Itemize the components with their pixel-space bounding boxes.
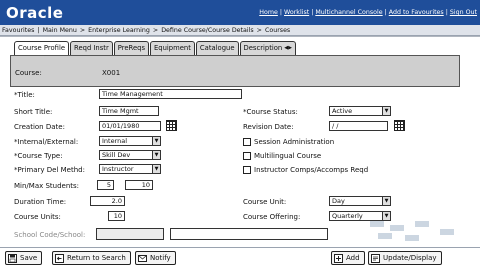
- primary-method-select[interactable]: Instructor ▼: [99, 164, 161, 174]
- home-link[interactable]: Home: [259, 9, 278, 16]
- tab-reqd-instr[interactable]: Reqd Instr: [70, 41, 113, 55]
- course-type-select[interactable]: Skill Dev ▼: [99, 150, 161, 160]
- multilingual-label: Multilingual Course: [254, 152, 322, 160]
- course-status-select[interactable]: Active ▼: [329, 106, 391, 116]
- save-button-label: Save: [20, 254, 38, 262]
- creation-date-label: Creation Date:: [14, 123, 65, 131]
- duration-label: Duration Time:: [14, 198, 67, 206]
- course-type-label: *Course Type:: [14, 152, 63, 160]
- course-page: Course Profile Reqd Instr PreReqs Equipm…: [0, 36, 480, 247]
- crumb-favourites[interactable]: Favourites: [2, 27, 34, 34]
- tab-equipment[interactable]: Equipment: [150, 41, 195, 55]
- add-icon: [334, 253, 343, 263]
- save-icon: [8, 253, 17, 263]
- short-title-label: Short Title:: [14, 108, 53, 116]
- session-admin-checkbox[interactable]: [243, 138, 251, 146]
- worklist-link[interactable]: Worklist: [284, 9, 309, 16]
- course-unit-value: Day: [332, 197, 345, 205]
- toolbar-footer: Save Return to Search Notify Add Update/…: [0, 247, 480, 270]
- top-header: Oracle Home | Worklist | Multichannel Co…: [0, 0, 480, 25]
- tab-catalogue[interactable]: Catalogue: [195, 41, 239, 55]
- calendar-icon[interactable]: [394, 120, 405, 131]
- course-unit-select[interactable]: Day ▼: [329, 196, 391, 206]
- update-icon: [371, 253, 380, 263]
- tab-label: Reqd Instr: [74, 44, 109, 52]
- chevron-down-icon[interactable]: ▼: [382, 107, 390, 115]
- chevron-down-icon[interactable]: ▼: [382, 212, 390, 220]
- tab-label: Equipment: [154, 44, 191, 52]
- internal-external-select[interactable]: Internal ▼: [99, 136, 161, 146]
- notify-button-label: Notify: [150, 254, 171, 262]
- add-button[interactable]: Add: [331, 251, 365, 265]
- school-code-input: [96, 228, 164, 240]
- crumb-define-course[interactable]: Define Course/Course Details: [161, 27, 253, 34]
- min-students-input[interactable]: 5: [97, 180, 114, 190]
- course-type-value: Skill Dev: [102, 151, 131, 159]
- return-to-search-button[interactable]: Return to Search: [52, 251, 131, 265]
- max-students-input[interactable]: 10: [125, 180, 153, 190]
- duration-input[interactable]: 2.0: [90, 196, 125, 206]
- course-unit-label: Course Unit:: [243, 198, 287, 206]
- min-max-label: Min/Max Students:: [14, 182, 80, 190]
- update-button-label: Update/Display: [383, 254, 437, 262]
- chevron-down-icon[interactable]: ▼: [152, 165, 160, 173]
- tab-course-profile[interactable]: Course Profile: [14, 41, 70, 56]
- session-admin-label: Session Administration: [254, 138, 335, 146]
- short-title-input[interactable]: Time Mgmt: [99, 106, 159, 116]
- course-offering-select[interactable]: Quarterly ▼: [329, 211, 391, 221]
- crumb-main-menu[interactable]: Main Menu: [43, 27, 77, 34]
- sign-out-link[interactable]: Sign Out: [450, 9, 477, 16]
- instructor-comps-checkbox[interactable]: [243, 166, 251, 174]
- revision-date-label: Revision Date:: [243, 123, 294, 131]
- update-display-button[interactable]: Update/Display: [368, 251, 442, 265]
- creation-date-input[interactable]: 01/01/1980: [99, 121, 161, 131]
- tab-label: PreReqs: [117, 44, 145, 52]
- title-label: *Title:: [14, 91, 35, 99]
- chevron-down-icon[interactable]: ▼: [382, 197, 390, 205]
- course-label: Course:: [15, 69, 42, 77]
- course-value: X001: [102, 69, 121, 77]
- primary-method-value: Instructor: [102, 165, 134, 173]
- oracle-logo: Oracle: [6, 3, 64, 22]
- save-button[interactable]: Save: [5, 251, 43, 265]
- crumb-courses[interactable]: Courses: [265, 27, 290, 34]
- calendar-icon[interactable]: [166, 120, 177, 131]
- chevron-down-icon[interactable]: ▼: [152, 137, 160, 145]
- tab-label: Catalogue: [199, 44, 235, 52]
- background-pattern: [360, 221, 480, 247]
- notify-button[interactable]: Notify: [135, 251, 176, 265]
- return-button-label: Return to Search: [67, 254, 126, 262]
- chevron-down-icon[interactable]: ▼: [152, 151, 160, 159]
- multilingual-checkbox[interactable]: [243, 152, 251, 160]
- internal-external-value: Internal: [102, 137, 128, 145]
- header-links: Home | Worklist | Multichannel Console |…: [259, 9, 477, 16]
- multichannel-console-link[interactable]: Multichannel Console: [315, 9, 382, 16]
- course-status-label: *Course Status:: [243, 108, 298, 116]
- title-input[interactable]: Time Management: [99, 89, 242, 99]
- course-status-value: Active: [332, 107, 353, 115]
- tab-label: Course Profile: [18, 44, 66, 52]
- tab-prereqs[interactable]: PreReqs: [113, 41, 149, 55]
- tab-label: Description: [243, 44, 283, 52]
- breadcrumb: Favourites | Main Menu > Enterprise Lear…: [0, 25, 480, 36]
- instructor-comps-label: Instructor Comps/Accomps Reqd: [254, 166, 369, 174]
- envelope-icon: [138, 254, 147, 263]
- crumb-enterprise-learning[interactable]: Enterprise Learning: [88, 27, 150, 34]
- school-name-input: [170, 228, 328, 240]
- school-label: School Code/School:: [14, 231, 86, 239]
- return-icon: [55, 253, 64, 263]
- internal-external-label: *Internal/External:: [14, 138, 79, 146]
- course-offering-value: Quarterly: [332, 212, 363, 220]
- add-button-label: Add: [346, 254, 360, 262]
- course-offering-label: Course Offering:: [243, 213, 301, 221]
- primary-method-label: *Primary Del Methd:: [14, 166, 85, 174]
- revision-date-input[interactable]: / /: [329, 121, 388, 131]
- tab-description[interactable]: Description ◀▶: [239, 41, 296, 55]
- course-key-panel: Course: X001: [10, 55, 460, 87]
- tab-scroll-icon[interactable]: ◀▶: [284, 44, 292, 52]
- tab-bar: Course Profile Reqd Instr PreReqs Equipm…: [14, 41, 297, 56]
- add-to-favourites-link[interactable]: Add to Favourites: [389, 9, 444, 16]
- course-units-input[interactable]: 10: [108, 211, 125, 221]
- course-units-label: Course Units:: [14, 213, 61, 221]
